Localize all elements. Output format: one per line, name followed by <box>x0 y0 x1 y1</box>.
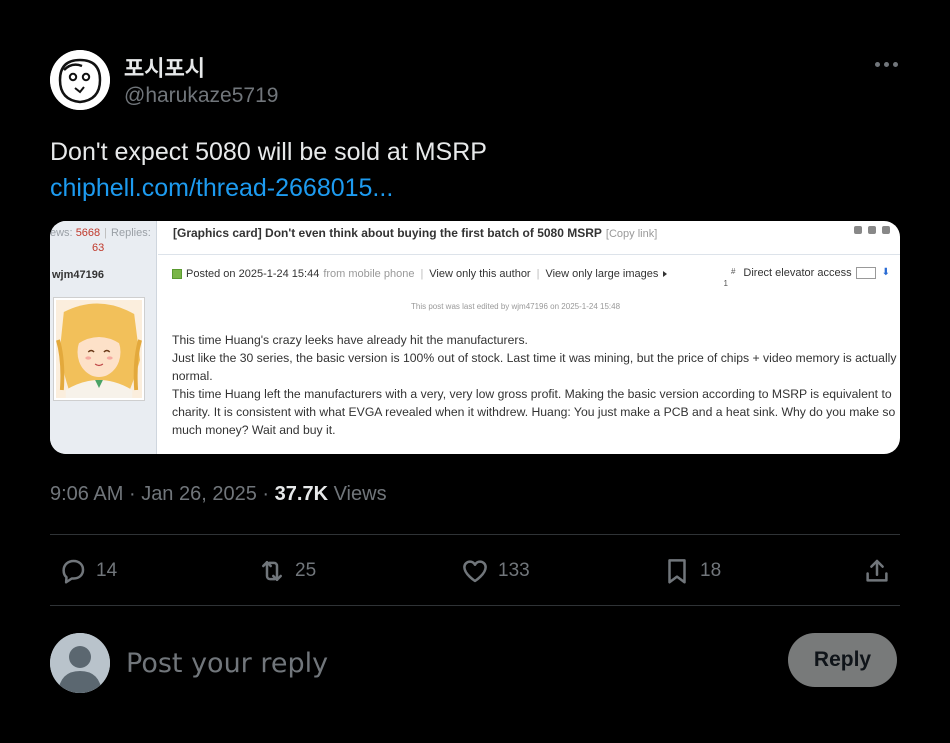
divider <box>50 534 900 535</box>
from-mobile: from mobile phone <box>323 268 415 280</box>
view-only-large-images: View only large images <box>545 268 659 280</box>
forum-username: wjm47196 <box>52 269 104 281</box>
stats-views: 5668 <box>75 227 101 239</box>
floor-hash: # <box>730 267 736 276</box>
forum-thread-title: [Graphics card] Don't even think about b… <box>173 226 657 240</box>
retweet-icon <box>262 561 282 581</box>
meta-separator: · <box>262 483 270 505</box>
views-count: 37.7K <box>274 483 329 505</box>
author-handle[interactable]: @harukaze5719 <box>124 84 278 108</box>
forum-post-bar: Posted on 2025-1-24 15:44 from mobile ph… <box>172 268 668 280</box>
next-icon <box>882 226 890 234</box>
like-button[interactable]: 133 <box>460 554 530 588</box>
reply-count: 14 <box>96 560 118 581</box>
heart-icon <box>463 560 487 583</box>
tweet-date[interactable]: Jan 26, 2025 <box>141 483 257 505</box>
reply-icon <box>62 559 85 584</box>
bookmark-count: 18 <box>700 560 722 581</box>
prev-icon <box>868 226 876 234</box>
like-count: 133 <box>498 560 530 581</box>
post-paragraph: This time Huang's crazy leeks have alrea… <box>172 333 528 347</box>
forum-sidebar: ews: 5668 | Replies: 63 wjm47196 <box>50 221 157 454</box>
forum-user-avatar <box>53 297 145 401</box>
stats-replies-label: Replies: <box>111 227 151 239</box>
stats-views-label: ews: <box>50 227 73 239</box>
media-image[interactable]: ews: 5668 | Replies: 63 wjm47196 [Graphi… <box>50 221 900 454</box>
floor-number: 1 <box>723 279 728 288</box>
reply-button[interactable]: 14 <box>58 554 117 588</box>
author-name[interactable]: 포시포시 <box>124 51 205 83</box>
elevator-label: Direct elevator access <box>743 267 852 279</box>
retweet-count: 25 <box>295 560 317 581</box>
author-avatar[interactable] <box>50 50 110 110</box>
retweet-button[interactable]: 25 <box>257 554 316 588</box>
divider <box>50 605 900 606</box>
avatar-face-icon <box>50 50 110 110</box>
share-icon <box>866 559 888 582</box>
post-paragraph: Just like the 30 series, the basic versi… <box>172 351 897 383</box>
stats-replies: 63 <box>92 242 105 254</box>
online-status-icon <box>172 269 182 279</box>
forum-stats: ews: 5668 | Replies: <box>50 227 151 239</box>
default-user-icon <box>50 633 110 693</box>
bookmark-button[interactable]: 18 <box>662 554 721 588</box>
tweet-meta: 9:06 AM · Jan 26, 2025 · 37.7K Views <box>50 483 387 506</box>
reply-input[interactable] <box>126 643 746 683</box>
reply-submit-button[interactable]: Reply <box>788 633 897 687</box>
arrow-down-icon: ⬇ <box>881 267 890 278</box>
view-only-author: View only this author <box>429 268 531 280</box>
tweet-text: Don't expect 5080 will be sold at MSRP <box>50 138 487 166</box>
bookmark-icon <box>668 559 686 584</box>
triangle-right-icon <box>663 271 668 277</box>
share-button[interactable] <box>862 554 892 588</box>
elevator-input-box <box>855 267 876 279</box>
views-label: Views <box>333 483 387 505</box>
forum-post-body: This time Huang's crazy leeks have alrea… <box>172 331 900 439</box>
edited-note: This post was last edited by wjm47196 on… <box>411 302 621 311</box>
divider <box>158 254 900 255</box>
post-paragraph: This time Huang left the manufacturers w… <box>172 387 896 437</box>
tweet-link[interactable]: chiphell.com/thread-2668015... <box>50 174 393 203</box>
more-options-icon[interactable] <box>870 52 902 76</box>
meta-separator: · <box>128 483 136 505</box>
user-avatar[interactable] <box>50 633 110 693</box>
posted-on: Posted on 2025-1-24 15:44 <box>186 268 320 280</box>
thread-title-text: [Graphics card] Don't even think about b… <box>173 226 602 240</box>
copy-link: [Copy link] <box>605 228 658 240</box>
print-icon <box>854 226 862 234</box>
forum-title-icons <box>854 226 890 234</box>
elevator-access: 1 # Direct elevator access ⬇ <box>723 267 890 288</box>
tweet-time[interactable]: 9:06 AM <box>50 483 123 505</box>
